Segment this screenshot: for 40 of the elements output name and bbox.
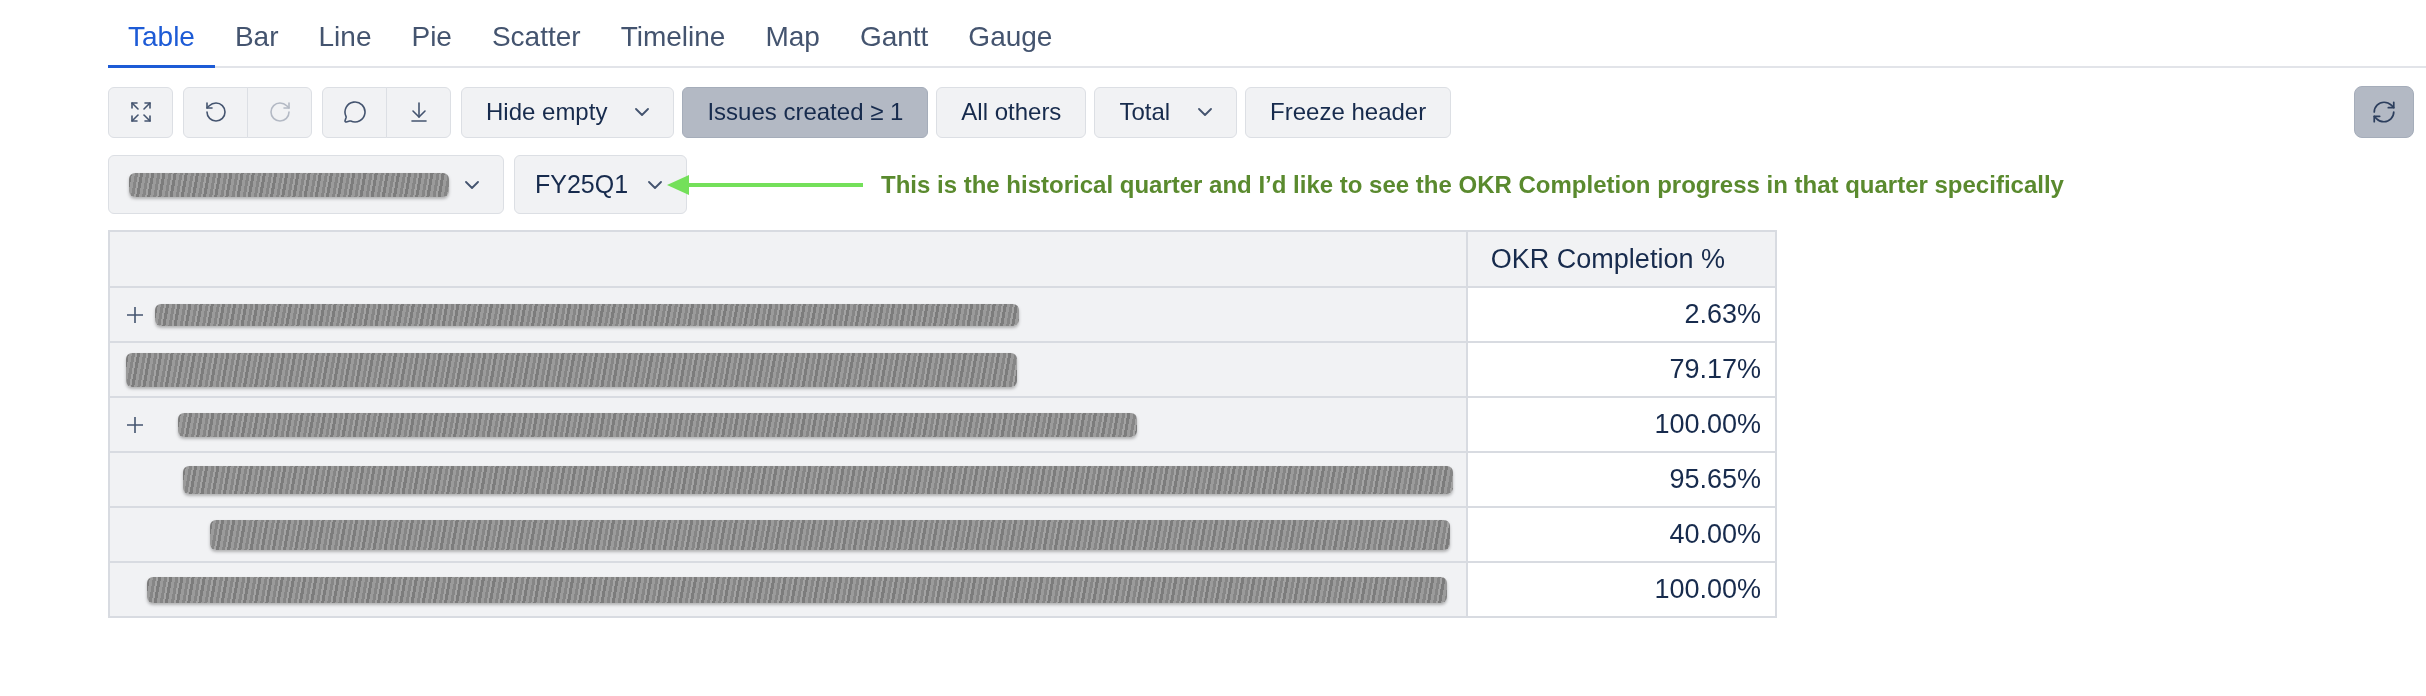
comment-button[interactable] (322, 86, 387, 138)
undo-icon (203, 100, 228, 124)
chevron-down-icon (648, 180, 662, 189)
column-header: OKR Completion % (1466, 231, 1776, 287)
toggle-button[interactable]: Freeze header (1245, 86, 1452, 138)
quarter-dropdown[interactable]: FY25Q1 (514, 155, 687, 214)
toggle-button[interactable]: All others (936, 86, 1087, 138)
expand-button[interactable] (108, 86, 173, 138)
chart-type-tab[interactable]: Bar (214, 0, 299, 68)
table-cell: 2.63% (1466, 287, 1776, 342)
table-cell: 79.17% (1466, 342, 1776, 397)
redo-icon (267, 100, 292, 124)
chart-type-tab[interactable]: Map (745, 0, 840, 68)
chart-type-tab[interactable]: Table (108, 0, 215, 68)
chevron-down-icon (635, 108, 650, 116)
table-cell: 40.00% (1466, 507, 1776, 562)
chart-type-tab[interactable]: Gauge (948, 0, 1073, 68)
table-cell: 95.65% (1466, 452, 1776, 507)
table-cell: 100.00% (1466, 397, 1776, 452)
chevron-down-icon (1198, 108, 1213, 116)
chart-type-tab[interactable]: Gantt (839, 0, 949, 68)
plus-icon[interactable] (126, 415, 144, 434)
annotation-text: This is the historical quarter and I’d like to see the OKR Completion progress in that quarter specifically (881, 170, 2064, 199)
refresh-icon (2371, 99, 2397, 125)
chart-type-tab[interactable]: Pie (391, 0, 472, 68)
chart-type-tab[interactable]: Timeline (600, 0, 746, 68)
speech-bubble-icon (342, 100, 367, 124)
filter-dropdown[interactable] (108, 155, 504, 214)
dropdown-button[interactable]: Hide empty (461, 86, 675, 138)
chevron-down-icon (465, 180, 479, 189)
download-button[interactable] (386, 86, 451, 138)
refresh-button[interactable] (2354, 86, 2414, 138)
chart-type-tab[interactable]: Scatter (471, 0, 601, 68)
undo-button[interactable] (183, 86, 248, 138)
table-cell: 100.00% (1466, 562, 1776, 617)
chart-type-tab[interactable]: Line (298, 0, 392, 68)
plus-icon[interactable] (126, 305, 144, 324)
toggle-button[interactable]: Issues created ≥ 1 (682, 86, 929, 138)
expand-icon (128, 100, 153, 124)
dropdown-button[interactable]: Total (1094, 86, 1238, 138)
